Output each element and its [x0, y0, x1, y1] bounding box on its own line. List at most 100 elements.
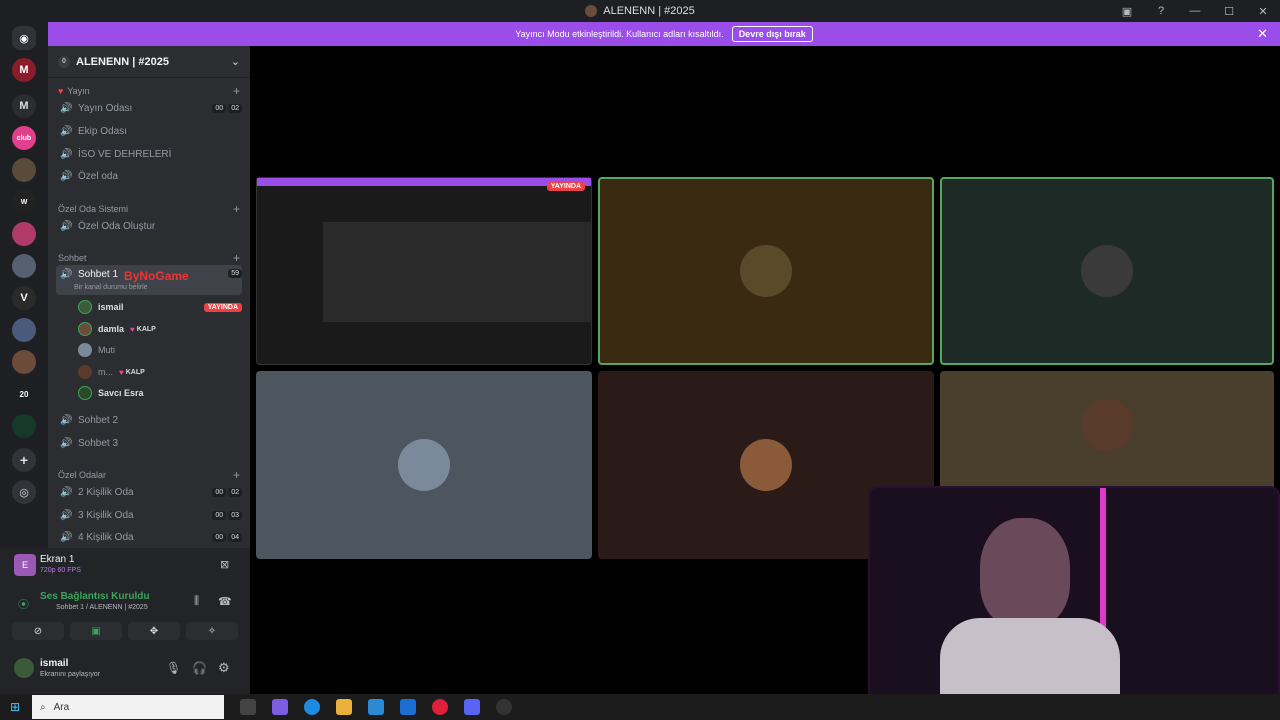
chevron-down-icon[interactable]: ⌄: [231, 55, 240, 68]
disconnect-icon[interactable]: ☎: [218, 595, 232, 608]
taskbar-search[interactable]: ⌕ Ara: [32, 695, 224, 719]
explore-icon[interactable]: ◎: [12, 480, 36, 504]
add-channel-icon[interactable]: +: [233, 84, 240, 98]
obs-icon[interactable]: [496, 699, 512, 715]
user-name: m...: [98, 367, 113, 377]
voice-user[interactable]: Muti: [78, 341, 242, 359]
stream-preview-banner: [257, 178, 591, 186]
user-status: Ekranını paylaşıyor: [40, 671, 100, 678]
channel-iso[interactable]: 🔊 İSO VE DEHRELERİ: [56, 144, 242, 164]
discord-icon[interactable]: [464, 699, 480, 715]
channel-label: 3 Kişilik Oda: [78, 509, 134, 521]
server-icon[interactable]: [12, 414, 36, 438]
file-explorer-icon[interactable]: [336, 699, 352, 715]
task-view-icon[interactable]: [240, 699, 256, 715]
banner-close-icon[interactable]: ✕: [1257, 26, 1268, 42]
channel-ekip-odasi[interactable]: 🔊 Ekip Odası: [56, 121, 242, 141]
user-name[interactable]: ismail: [40, 658, 68, 669]
voice-user[interactable]: ismail YAYINDA: [78, 298, 242, 316]
store-icon[interactable]: [368, 699, 384, 715]
heart-icon: ♥: [58, 86, 64, 96]
server-icon[interactable]: club: [12, 126, 36, 150]
server-icon[interactable]: [12, 350, 36, 374]
soundboard-button[interactable]: ✧: [186, 622, 238, 640]
server-icon[interactable]: [12, 318, 36, 342]
noise-suppression-icon[interactable]: ⫼: [194, 595, 199, 608]
headphones-icon[interactable]: 🎧: [192, 661, 207, 675]
category-sohbet[interactable]: Sohbet +: [58, 251, 240, 265]
category-ozel-odalar[interactable]: Özel Odalar +: [58, 468, 240, 482]
voice-status-channel[interactable]: Sohbet 1 / ALENENN | #2025: [56, 604, 148, 611]
help-icon[interactable]: ?: [1144, 5, 1178, 17]
banner-text: Yayıncı Modu etkinleştirildi. Kullanıcı …: [515, 29, 724, 39]
channel-yayin-odasi[interactable]: 🔊 Yayın Odası 00 02: [56, 98, 242, 118]
stream-tile[interactable]: YAYINDA: [256, 177, 592, 365]
opera-icon[interactable]: [432, 699, 448, 715]
user-tile[interactable]: [598, 177, 934, 365]
server-icon[interactable]: 20: [12, 382, 36, 406]
avatar[interactable]: [14, 658, 34, 678]
user-tile[interactable]: [940, 177, 1274, 365]
user-count: 00: [212, 532, 227, 542]
channel-status[interactable]: Bir kanal durumu belirle: [74, 284, 148, 291]
category-yayin[interactable]: ♥ Yayın +: [58, 84, 240, 98]
voice-user[interactable]: damla ♥ KALP: [78, 320, 242, 338]
category-ozel-oda-sistemi[interactable]: Özel Oda Sistemi +: [58, 202, 240, 216]
channel-ozel-oda[interactable]: 🔊 Özel oda: [56, 166, 242, 186]
screen-share-quality: 720p 60 FPS: [40, 567, 81, 574]
search-icon: ⌕: [40, 701, 46, 713]
maximize-icon[interactable]: ☐: [1212, 5, 1246, 18]
user-tile[interactable]: [256, 371, 592, 559]
channel-2-kisilik[interactable]: 🔊 2 Kişilik Oda 00 02: [56, 482, 242, 502]
server-icon[interactable]: V: [12, 286, 36, 310]
server-icon[interactable]: [12, 222, 36, 246]
disable-streamer-mode-button[interactable]: Devre dışı bırak: [731, 26, 813, 42]
minimize-icon[interactable]: —: [1178, 5, 1212, 17]
edge-icon[interactable]: [304, 699, 320, 715]
server-icon[interactable]: [12, 158, 36, 182]
activities-button[interactable]: ✥: [128, 622, 180, 640]
voice-user[interactable]: m... ♥ KALP: [78, 363, 242, 381]
channel-sohbet-3[interactable]: 🔊 Sohbet 3: [56, 433, 242, 453]
channel-label: Yayın Odası: [78, 102, 133, 114]
add-server-icon[interactable]: +: [12, 448, 36, 472]
windows-taskbar: ⊞ ⌕ Ara: [0, 694, 1280, 720]
copilot-icon[interactable]: [272, 699, 288, 715]
add-channel-icon[interactable]: +: [233, 468, 240, 482]
search-placeholder: Ara: [53, 701, 70, 713]
camera-off-button[interactable]: ⊘: [12, 622, 64, 640]
share-screen-button[interactable]: ▣: [70, 622, 122, 640]
channel-3-kisilik[interactable]: 🔊 3 Kişilik Oda 00 03: [56, 505, 242, 525]
channel-sohbet-2[interactable]: 🔊 Sohbet 2: [56, 410, 242, 430]
windows-start-icon[interactable]: ⊞: [10, 700, 20, 714]
close-icon[interactable]: ✕: [1246, 5, 1280, 18]
add-channel-icon[interactable]: +: [233, 202, 240, 216]
category-label: Özel Oda Sistemi: [58, 204, 129, 214]
mail-icon[interactable]: [400, 699, 416, 715]
user-count: 00: [212, 487, 227, 497]
microphone-icon[interactable]: 🎙: [166, 661, 181, 675]
stop-share-icon[interactable]: ⊠: [220, 558, 229, 571]
channel-create-room[interactable]: 🔊 Özel Oda Oluştur: [56, 216, 242, 236]
speaker-icon: 🔊: [60, 486, 73, 498]
avatar: [1081, 399, 1133, 451]
server-header[interactable]: 0 ALENENN | #2025 ⌄: [48, 46, 250, 78]
server-icon[interactable]: W: [12, 190, 36, 214]
server-icon[interactable]: M: [12, 94, 36, 118]
discord-home-icon[interactable]: ◉: [12, 26, 36, 50]
user-limit: 03: [228, 510, 242, 520]
webcam-overlay: [868, 486, 1280, 718]
heart-icon: ♥: [119, 367, 124, 377]
channel-4-kisilik[interactable]: 🔊 4 Kişilik Oda 00 04: [56, 527, 242, 547]
server-icon[interactable]: M: [12, 58, 36, 82]
channel-sohbet-1[interactable]: 🔊 Sohbet 1 ByNoGame 59 Bir kanal durumu …: [56, 265, 242, 295]
avatar: [398, 439, 450, 491]
voice-status-title[interactable]: Ses Bağlantısı Kuruldu: [40, 591, 149, 602]
server-icon[interactable]: [12, 254, 36, 278]
avatar: [740, 439, 792, 491]
settings-gear-icon[interactable]: ⚙: [218, 660, 230, 676]
avatar: [78, 343, 92, 357]
voice-user[interactable]: Savcı Esra: [78, 384, 242, 402]
add-channel-icon[interactable]: +: [233, 251, 240, 265]
inbox-icon[interactable]: ▣: [1110, 5, 1144, 18]
